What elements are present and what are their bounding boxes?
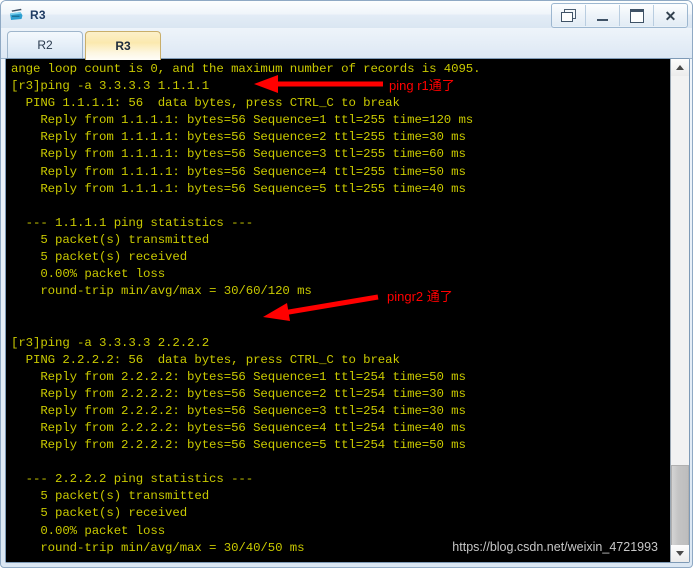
watermark: https://blog.csdn.net/weixin_4721993 xyxy=(452,540,658,554)
tab-r3[interactable]: R3 xyxy=(85,31,161,60)
chevron-up-icon xyxy=(676,65,684,70)
restore-button[interactable] xyxy=(552,5,586,26)
window-title: R3 xyxy=(30,7,46,22)
tab-strip: R2 R3 xyxy=(1,28,692,60)
router-console-window: R3 ✕ R2 R3 ange loop count is 0, and the… xyxy=(0,0,693,568)
scroll-down-button[interactable] xyxy=(671,545,689,562)
maximize-button[interactable] xyxy=(620,5,654,26)
annotation-ping-r1: ping r1通了 xyxy=(389,78,455,93)
window-controls: ✕ xyxy=(551,3,688,28)
scroll-up-button[interactable] xyxy=(671,59,689,76)
router-icon xyxy=(8,6,25,23)
terminal-scrollbar[interactable] xyxy=(670,59,689,562)
tab-r3-label: R3 xyxy=(115,39,131,53)
tab-r2[interactable]: R2 xyxy=(7,31,83,58)
terminal-output: ange loop count is 0, and the maximum nu… xyxy=(11,62,481,555)
maximize-icon xyxy=(629,8,644,23)
annotation-ping-r2: pingr2 通了 xyxy=(387,289,453,304)
close-icon: ✕ xyxy=(664,7,677,24)
title-bar: R3 ✕ xyxy=(1,1,692,29)
chevron-down-icon xyxy=(676,551,684,556)
scrollbar-track[interactable] xyxy=(671,76,689,557)
close-button[interactable]: ✕ xyxy=(654,5,687,26)
terminal-screen[interactable]: ange loop count is 0, and the maximum nu… xyxy=(6,59,670,562)
minimize-button[interactable] xyxy=(586,5,620,26)
minimize-icon xyxy=(597,10,608,21)
terminal-panel: ange loop count is 0, and the maximum nu… xyxy=(5,58,690,563)
restore-icon xyxy=(561,9,576,22)
tab-r2-label: R2 xyxy=(37,38,53,52)
scrollbar-thumb[interactable] xyxy=(671,465,689,557)
